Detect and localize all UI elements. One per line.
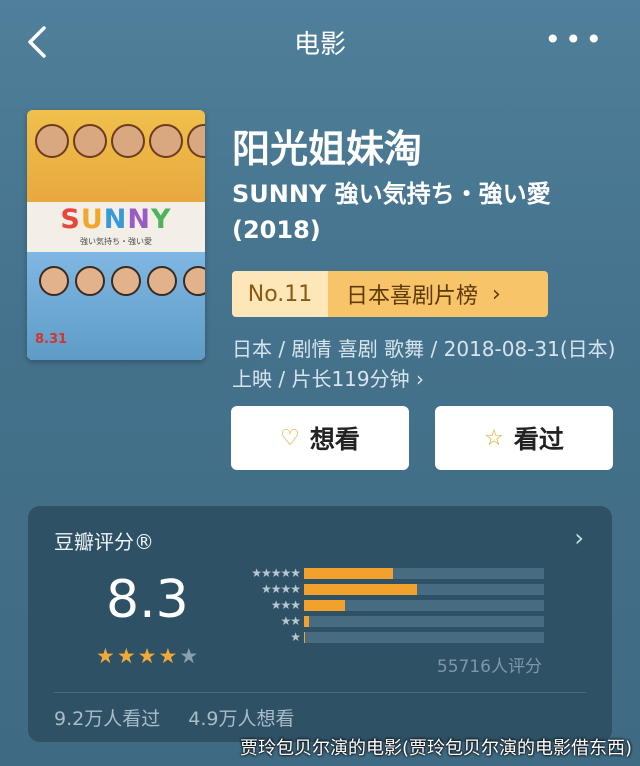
movie-original-title: SUNNY 強い気持ち・強い愛 (2018) xyxy=(232,180,551,244)
more-options-icon[interactable]: ••• xyxy=(544,26,606,54)
rating-level-stars: ★★★★ xyxy=(260,582,301,596)
rating-stats: 9.2万人看过 4.9万人想看 xyxy=(54,704,316,731)
rank-badge[interactable]: No.11 日本喜剧片榜 › xyxy=(232,271,548,317)
rating-stars: ★★★★★ xyxy=(96,644,200,668)
rating-distribution-row: ★★★ xyxy=(218,598,558,612)
divider xyxy=(54,692,586,693)
rating-bar-fill xyxy=(304,584,417,595)
rating-bar-track xyxy=(304,616,544,627)
poster-subtitle: 強い気持ち・強い愛 xyxy=(80,237,152,246)
rating-bar-fill xyxy=(304,616,309,627)
rating-count: 55716人评分 xyxy=(436,657,542,677)
want-label: 想看 xyxy=(309,425,360,454)
seen-count: 9.2万人看过 xyxy=(54,708,161,730)
rating-level-stars: ★★ xyxy=(280,614,300,628)
watched-button[interactable]: ☆ 看过 xyxy=(435,406,613,470)
watermark-caption: 贾玲包贝尔演的电影(贾玲包贝尔演的电影借东西) xyxy=(239,738,632,759)
rating-level-stars: ★★★ xyxy=(270,598,301,612)
rating-distribution-row: ★ xyxy=(218,630,558,644)
seen-label: 看过 xyxy=(513,425,564,454)
rating-bar-track xyxy=(304,632,544,643)
heart-plus-icon: ♡ xyxy=(280,425,300,451)
rank-chart: 日本喜剧片榜 › xyxy=(328,271,548,317)
rating-level-stars: ★ xyxy=(290,630,301,644)
rating-level-stars: ★★★★★ xyxy=(251,566,301,580)
top-bar: 电影 ••• xyxy=(0,0,640,86)
rating-bar-track xyxy=(304,568,544,579)
rating-distribution-row: ★★★★ xyxy=(218,582,558,596)
want-count: 4.9万人想看 xyxy=(188,708,295,730)
rating-card-title: 豆瓣评分® xyxy=(54,530,154,554)
movie-poster[interactable]: SUNNY 強い気持ち・強い愛 8.31 xyxy=(27,110,205,360)
star-empty-icon: ★ xyxy=(179,644,201,668)
star-outline-icon: ☆ xyxy=(484,425,504,451)
movie-meta[interactable]: 日本 / 剧情 喜剧 歌舞 / 2018-08-31(日本)上映 / 片长119… xyxy=(232,334,622,394)
rating-card[interactable]: 豆瓣评分® › 8.3 ★★★★★ ★★★★★ ★★★★ ★★★ ★★ ★ 55716人… xyxy=(28,506,612,742)
poster-release-date: 8.31 xyxy=(35,332,68,347)
star-filled-icon: ★ xyxy=(116,644,138,668)
poster-logo: SUNNY xyxy=(60,204,172,235)
movie-title: 阳光姐妹淘 xyxy=(232,127,423,171)
star-filled-icon: ★ xyxy=(96,644,117,668)
rank-chart-label: 日本喜剧片榜 xyxy=(346,284,479,309)
rating-distribution-row: ★★ xyxy=(218,614,558,628)
rating-bar-track xyxy=(304,600,544,611)
rating-bar-fill xyxy=(304,632,306,643)
rating-bar-fill xyxy=(304,568,393,579)
poster-group-photo xyxy=(35,124,205,158)
rating-bar-fill xyxy=(304,600,345,611)
chevron-right-icon[interactable]: › xyxy=(574,524,584,552)
rating-bar-track xyxy=(304,584,544,595)
rank-number: No.11 xyxy=(232,271,328,317)
star-filled-icon: ★ xyxy=(137,644,159,668)
poster-young-cast xyxy=(39,266,205,296)
star-filled-icon: ★ xyxy=(158,644,180,668)
chevron-right-icon: › xyxy=(492,281,501,307)
rating-score: 8.3 xyxy=(106,570,189,630)
want-to-watch-button[interactable]: ♡ 想看 xyxy=(231,406,409,470)
chevron-right-icon: › xyxy=(416,367,424,391)
rating-distribution-row: ★★★★★ xyxy=(218,566,558,580)
